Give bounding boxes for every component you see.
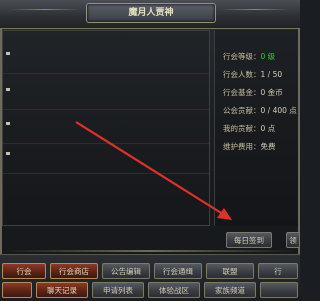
my-contribution-label: 我的贡献： (223, 124, 261, 133)
guild-level-label: 行会等级： (223, 52, 261, 61)
divider (4, 250, 296, 252)
row-marker (6, 88, 10, 91)
upkeep-label: 维护费用： (223, 142, 261, 151)
tab-experience-zone[interactable]: 体验战区 (148, 282, 200, 298)
title-ornament-left (10, 9, 80, 10)
window-title: 魔月人贾神 (128, 8, 174, 18)
tab-row2-left-partial[interactable] (2, 282, 32, 298)
tab-partial-right[interactable]: 行 (258, 263, 298, 279)
tab-row2-right-partial[interactable] (260, 282, 298, 298)
tab-application-list[interactable]: 申请列表 (92, 282, 144, 298)
guild-contribution-label: 公会贡献： (223, 106, 261, 115)
member-list-panel (2, 30, 210, 226)
tab-family-channel[interactable]: 家族频道 (204, 282, 256, 298)
my-contribution-row: 我的贡献：0 点 (223, 122, 275, 136)
tab-notice-edit[interactable]: 公告编辑 (102, 263, 150, 279)
upkeep-row: 维护费用：免费 (223, 140, 276, 154)
guild-fund-label: 行会基金： (223, 88, 261, 97)
my-contribution-value: 0 点 (260, 124, 276, 133)
list-item[interactable] (3, 39, 209, 74)
guild-fund-value: 0 金币 (260, 88, 283, 97)
guild-members-row: 行会人数：1 / 50 (223, 68, 282, 82)
guild-level-row: 行会等级：0 级 (223, 50, 275, 64)
tab-alliance[interactable]: 联盟 (206, 263, 254, 279)
upkeep-value: 免费 (260, 142, 276, 151)
title-bar: 魔月人贾神 (0, 0, 300, 29)
list-item[interactable] (3, 75, 209, 110)
guild-members-value: 1 / 50 (260, 70, 283, 79)
guild-level-value: 0 级 (260, 52, 276, 61)
tab-chat-log[interactable]: 聊天记录 (36, 282, 88, 298)
row-marker (6, 122, 10, 125)
tab-guild-shop[interactable]: 行会商店 (50, 263, 98, 279)
title-ornament-right (220, 9, 290, 10)
guild-members-label: 行会人数： (223, 70, 261, 79)
daily-sign-in-button[interactable]: 每日签到 (226, 232, 272, 248)
tab-guild-wanted[interactable]: 行会通缉 (154, 263, 202, 279)
row-marker (6, 52, 10, 55)
row-marker (6, 152, 10, 155)
tab-guild[interactable]: 行会 (2, 263, 46, 279)
bottom-tab-bar: 行会 行会商店 公告编辑 行会通缉 联盟 行 聊天记录 申请列表 体验战区 家族… (0, 254, 300, 301)
partial-action-button[interactable]: 领 (286, 232, 300, 248)
title-plate: 魔月人贾神 (86, 3, 216, 23)
guild-contribution-row: 公会贡献：0 / 400 点 (223, 104, 297, 118)
guild-contribution-value: 0 / 400 点 (260, 106, 297, 115)
list-item[interactable] (3, 139, 209, 174)
guild-fund-row: 行会基金：0 金币 (223, 86, 283, 100)
guild-info-panel: 行会等级：0 级 行会人数：1 / 50 行会基金：0 金币 公会贡献：0 / … (214, 30, 298, 226)
